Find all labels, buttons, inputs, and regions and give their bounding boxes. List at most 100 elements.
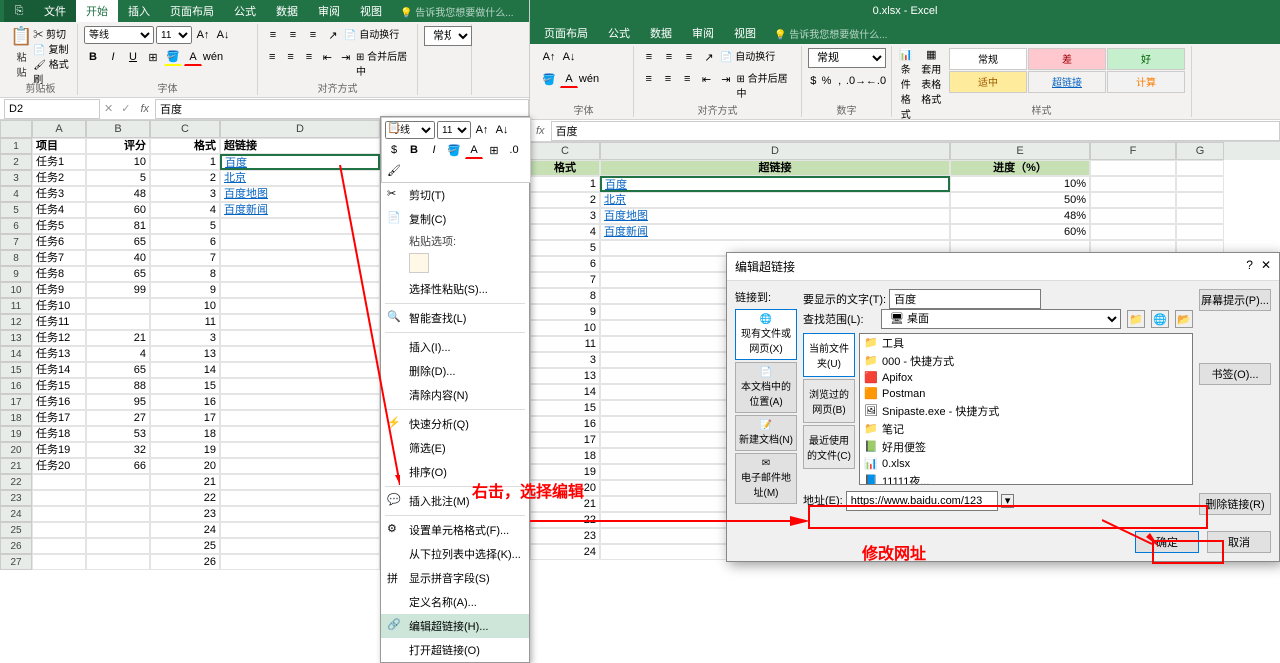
cell[interactable] [220, 458, 380, 474]
cell[interactable]: 11 [150, 314, 220, 330]
cell[interactable]: 任务10 [32, 298, 86, 314]
indent-inc-icon[interactable]: ⇥ [338, 48, 354, 66]
cell[interactable]: 24 [530, 544, 600, 560]
cell[interactable]: 26 [150, 554, 220, 570]
cell[interactable]: 评分 [86, 138, 150, 154]
cell[interactable] [1090, 192, 1176, 208]
ctx-filter[interactable]: 筛选(E) [381, 436, 529, 460]
r-col-d[interactable]: D [600, 142, 950, 160]
align-center-icon[interactable]: ≡ [282, 48, 298, 66]
merge-btn[interactable]: ⊞ 合并后居中 [356, 48, 411, 78]
align-right-icon[interactable]: ≡ [301, 48, 317, 66]
cell[interactable]: 任务6 [32, 234, 86, 250]
cell[interactable]: 6 [150, 234, 220, 250]
ctx-copy[interactable]: 📄复制(C) [381, 207, 529, 231]
file-item[interactable]: 📘11111夜... [860, 472, 1192, 485]
cancel-button[interactable]: 取消 [1207, 531, 1271, 553]
style-bad[interactable]: 差 [1028, 48, 1106, 70]
cell[interactable]: 百度地图 [220, 186, 380, 202]
mini-decimal-icon[interactable]: .0 [505, 141, 523, 159]
address-dropdown-icon[interactable]: ▾ [1001, 494, 1015, 508]
cell[interactable] [1090, 208, 1176, 224]
cell[interactable] [86, 506, 150, 522]
cell[interactable]: 66 [86, 458, 150, 474]
cell[interactable] [220, 442, 380, 458]
file-item[interactable]: 📁工具 [860, 334, 1192, 352]
r-shrink-icon[interactable]: A↓ [560, 48, 578, 66]
cell[interactable] [86, 474, 150, 490]
file-list[interactable]: 📁工具📁000 - 快捷方式🟥Apifox🟧Postman🖼Snipaste.e… [859, 333, 1193, 485]
row-header[interactable]: 20 [0, 442, 32, 458]
r-indent-dec-icon[interactable]: ⇤ [698, 70, 715, 88]
row-header[interactable]: 14 [0, 346, 32, 362]
cell[interactable]: 百度 [600, 176, 950, 192]
row-header[interactable]: 4 [0, 186, 32, 202]
cell[interactable]: 18 [150, 426, 220, 442]
cell[interactable]: 百度 [220, 154, 380, 170]
cell[interactable] [220, 474, 380, 490]
tab-data[interactable]: 数据 [266, 0, 308, 22]
cell[interactable]: 格式 [150, 138, 220, 154]
browse-web-icon[interactable]: 🌐 [1151, 310, 1169, 328]
row-header[interactable]: 3 [0, 170, 32, 186]
cell[interactable] [32, 490, 86, 506]
cell[interactable]: 24 [150, 522, 220, 538]
cell[interactable]: 百度新闻 [220, 202, 380, 218]
cell[interactable] [1176, 208, 1224, 224]
cell[interactable]: 10 [86, 154, 150, 170]
comma-icon[interactable]: , [834, 72, 845, 90]
cell[interactable]: 95 [86, 394, 150, 410]
cell[interactable]: 任务14 [32, 362, 86, 378]
tellme-hint[interactable]: 💡 告诉我您想要做什么... [400, 4, 514, 19]
ctx-cut[interactable]: ✂剪切(T) [381, 183, 529, 207]
increase-font-icon[interactable]: A↑ [194, 26, 212, 44]
cell[interactable] [220, 506, 380, 522]
select-all-triangle[interactable] [0, 120, 32, 138]
percent-icon[interactable]: % [821, 72, 833, 90]
linkto-newdoc[interactable]: 📝新建文档(N) [735, 415, 797, 451]
cell[interactable]: 88 [86, 378, 150, 394]
tab-recent-files[interactable]: 最近使用的文件(C) [803, 425, 855, 469]
row-header[interactable]: 27 [0, 554, 32, 570]
cell[interactable]: 23 [150, 506, 220, 522]
r-align-left-icon[interactable]: ≡ [640, 70, 657, 88]
table-format-btn[interactable]: 套用表格格式 [920, 61, 943, 106]
cell[interactable]: 任务19 [32, 442, 86, 458]
cell[interactable] [1176, 160, 1224, 176]
cell[interactable]: 进度（%） [950, 160, 1090, 176]
r-phonetic-icon[interactable]: wén [580, 70, 598, 88]
cell[interactable]: 16 [530, 416, 600, 432]
ctx-define-name[interactable]: 定义名称(A)... [381, 590, 529, 614]
cell[interactable]: 14 [150, 362, 220, 378]
conditional-format-icon[interactable]: 📊 [898, 48, 914, 61]
cell[interactable] [220, 234, 380, 250]
cell[interactable] [220, 330, 380, 346]
style-neutral[interactable]: 适中 [949, 71, 1027, 93]
border-icon[interactable]: ⊞ [144, 48, 162, 66]
table-format-icon[interactable]: ▦ [920, 48, 943, 61]
cell[interactable]: 任务11 [32, 314, 86, 330]
cell[interactable] [220, 314, 380, 330]
cell[interactable] [32, 538, 86, 554]
cell[interactable]: 4 [150, 202, 220, 218]
cell[interactable]: 任务7 [32, 250, 86, 266]
cell[interactable] [220, 266, 380, 282]
tab-review[interactable]: 审阅 [308, 0, 350, 22]
cell[interactable]: 11 [530, 336, 600, 352]
row-header[interactable]: 9 [0, 266, 32, 282]
row-header[interactable]: 25 [0, 522, 32, 538]
file-item[interactable]: 📗好用便签 [860, 438, 1192, 456]
cell[interactable]: 65 [86, 266, 150, 282]
quick-access[interactable]: ⎘ [4, 0, 34, 22]
r-fill-icon[interactable]: 🪣 [540, 70, 558, 88]
ctx-delete[interactable]: 删除(D)... [381, 359, 529, 383]
file-item[interactable]: 📊0.xlsx [860, 456, 1192, 472]
cell[interactable] [220, 346, 380, 362]
tab-view[interactable]: 视图 [350, 0, 392, 22]
cell[interactable]: 65 [86, 362, 150, 378]
dialog-help-icon[interactable]: ? [1246, 258, 1253, 275]
wrap-btn[interactable]: 📄 自动换行 [344, 26, 399, 44]
cell[interactable]: 北京 [600, 192, 950, 208]
bold-icon[interactable]: B [84, 48, 102, 66]
cell[interactable] [1090, 224, 1176, 240]
